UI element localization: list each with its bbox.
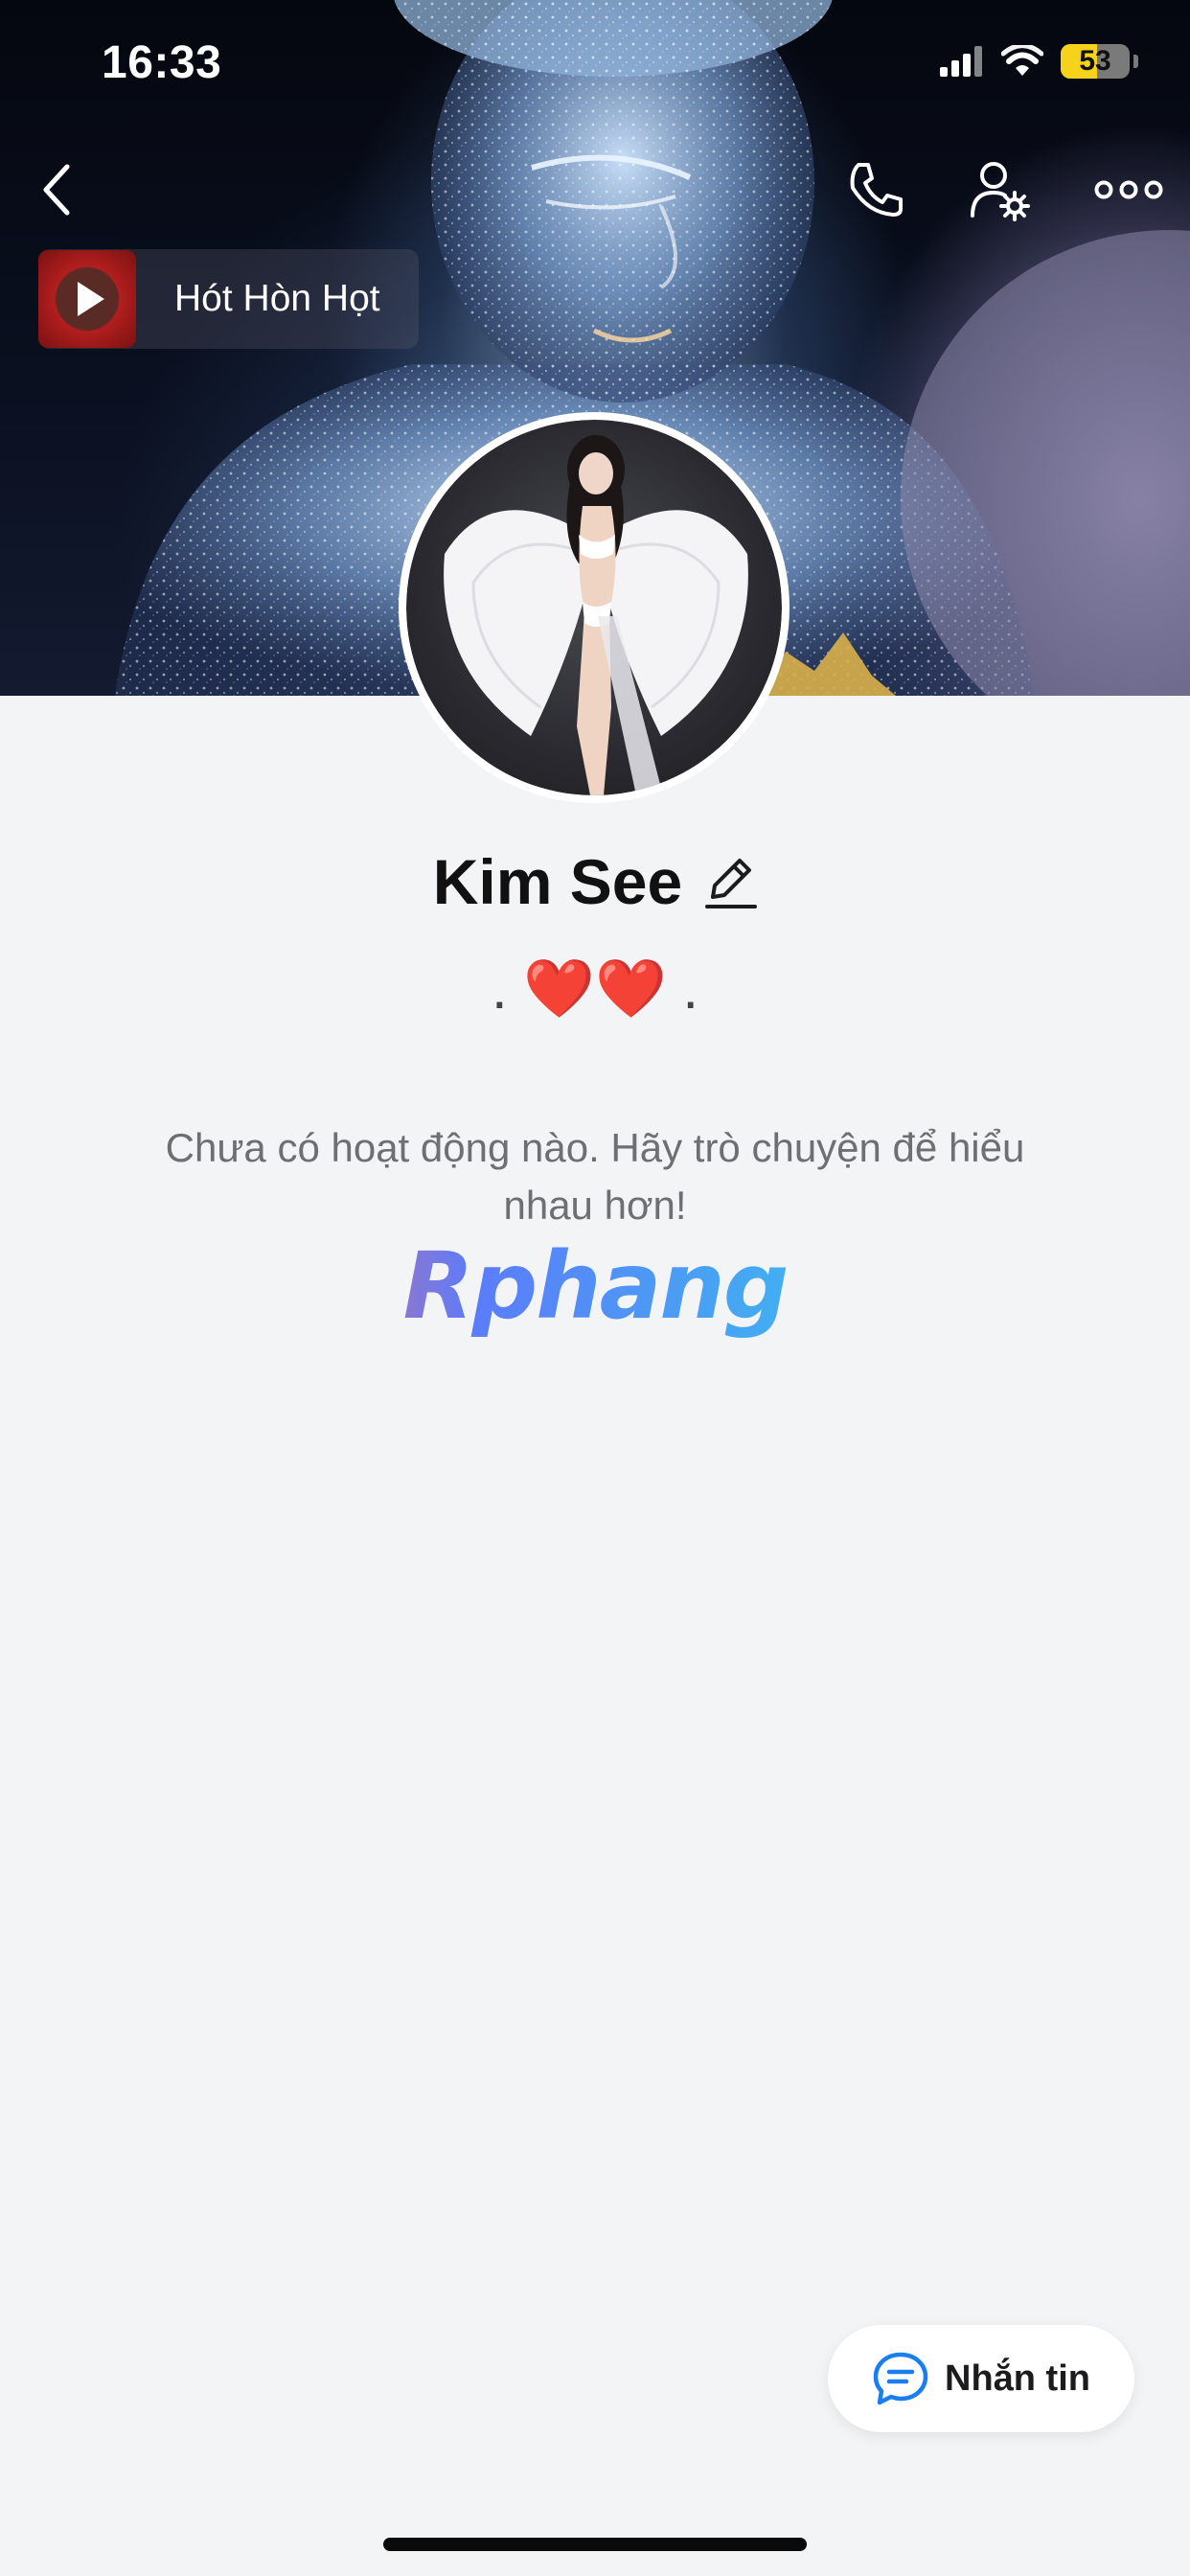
battery-tip	[1133, 55, 1138, 68]
music-cover-thumbnail[interactable]	[38, 250, 136, 348]
watermark-logo: Rphang	[0, 1232, 1190, 1340]
avatar-image	[406, 420, 782, 795]
message-button[interactable]: Nhắn tin	[828, 2325, 1134, 2432]
battery-percentage: 53	[1079, 45, 1111, 77]
status-icons: 53	[940, 44, 1138, 79]
wifi-icon	[1001, 45, 1043, 76]
profile-bio: . ❤️❤️ .	[0, 954, 1190, 1023]
music-title: Hót Hòn Họt	[174, 278, 380, 319]
user-settings-icon	[971, 162, 1030, 221]
profile-music-chip[interactable]: Hót Hòn Họt	[38, 249, 419, 349]
profile-screen: 16:33 53 Hót Hòn Họt Kim See . ❤️❤️ . Ch…	[0, 0, 1190, 2576]
call-button[interactable]	[830, 144, 922, 236]
chat-bubble-icon	[873, 2352, 928, 2405]
play-icon	[78, 282, 104, 316]
bio-suffix: .	[666, 956, 699, 1021]
profile-name-row: Kim See	[0, 845, 1190, 918]
message-button-label: Nhắn tin	[945, 2358, 1090, 2399]
empty-activity-message: Chưa có hoạt động nào. Hãy trò chuyện để…	[165, 1125, 1025, 1228]
pencil-icon[interactable]	[705, 853, 758, 910]
avatar-angel-image	[444, 435, 748, 795]
phone-icon	[850, 163, 903, 217]
home-indicator	[383, 2538, 807, 2551]
chevron-left-icon	[43, 164, 70, 216]
status-time: 16:33	[102, 37, 222, 88]
more-options-button[interactable]	[1083, 144, 1175, 236]
more-horizontal-icon	[1094, 180, 1163, 199]
profile-name: Kim See	[432, 846, 683, 917]
bio-prefix: .	[491, 956, 524, 1021]
battery-icon: 53	[1061, 44, 1130, 79]
profile-settings-button[interactable]	[954, 144, 1046, 236]
profile-avatar[interactable]	[399, 412, 790, 803]
back-button[interactable]	[11, 144, 103, 236]
cellular-signal-icon	[940, 46, 982, 77]
bio-hearts: ❤️❤️	[523, 956, 667, 1021]
